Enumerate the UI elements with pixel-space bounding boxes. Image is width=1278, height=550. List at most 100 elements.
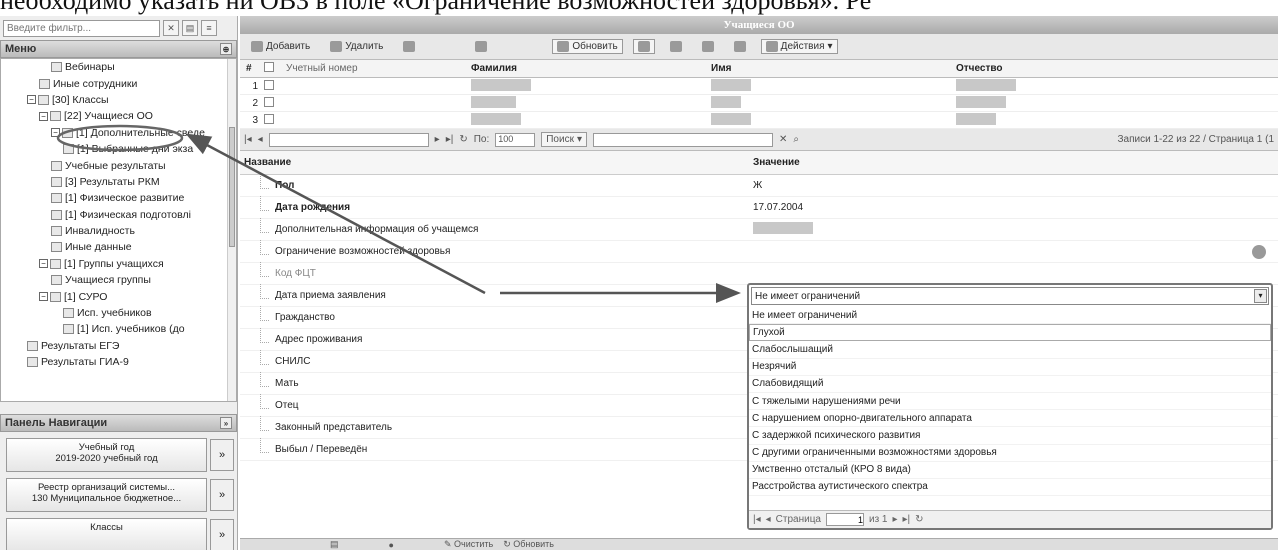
dropdown-option[interactable]: Слабослышащий: [749, 341, 1271, 359]
go-arrow-icon[interactable]: »: [210, 479, 234, 511]
col-account[interactable]: Учетный номер: [286, 63, 471, 74]
footer-grid-icon[interactable]: ▤: [330, 539, 339, 550]
collapse-icon[interactable]: »: [220, 417, 232, 429]
dropdown-option[interactable]: С другими ограниченными возможностями зд…: [749, 445, 1271, 462]
actions-icon: [765, 41, 778, 52]
expand-toggle-icon[interactable]: −: [39, 259, 48, 269]
nav-card[interactable]: Классы »: [6, 518, 234, 550]
property-row[interactable]: Пол Ж: [240, 174, 1278, 197]
property-row[interactable]: Код ФЦТ: [240, 262, 1278, 285]
dropdown-option[interactable]: С тяжелыми нарушениями речи: [749, 393, 1271, 411]
tree-item[interactable]: [1] Физическая подготовлі: [1, 207, 236, 223]
expand-toggle-icon[interactable]: −: [39, 292, 48, 302]
tree-item[interactable]: − [1] Группы учащихся: [1, 256, 236, 272]
search-icon[interactable]: ⌕: [793, 134, 799, 145]
prev-page-icon[interactable]: ◂: [258, 134, 263, 145]
expand-toggle-icon[interactable]: −: [39, 111, 48, 121]
go-arrow-icon[interactable]: »: [210, 439, 234, 471]
row-checkbox[interactable]: [264, 79, 274, 90]
filter-input[interactable]: [3, 19, 160, 37]
tree-item[interactable]: − [30] Классы: [1, 92, 236, 108]
tree-item[interactable]: − [22] Учащиеся ОО: [1, 108, 236, 124]
tree-item[interactable]: [3] Результаты РКМ: [1, 174, 236, 190]
property-row[interactable]: Дата рождения 17.07.2004: [240, 196, 1278, 219]
nav-card[interactable]: Учебный год 2019-2020 учебный год »: [6, 438, 234, 472]
footer-refresh-button[interactable]: ↻ Обновить: [503, 539, 554, 550]
dropdown-option[interactable]: С задержкой психического развития: [749, 427, 1271, 445]
records-info: Записи 1-22 из 22 / Страница 1 (1: [1117, 134, 1275, 145]
row-checkbox[interactable]: [264, 113, 274, 124]
table-row[interactable]: 3: [240, 112, 1278, 129]
first-page-icon[interactable]: |◂: [244, 134, 252, 145]
search-input[interactable]: [592, 132, 773, 147]
dd-prev-icon[interactable]: ◂: [766, 514, 771, 525]
expand-toggle-icon[interactable]: −: [27, 95, 36, 105]
last-page-icon[interactable]: ▸|: [446, 134, 454, 145]
go-arrow-icon[interactable]: »: [210, 519, 234, 550]
actions-button[interactable]: Действия ▾: [760, 39, 838, 54]
page-number-input[interactable]: [268, 132, 429, 147]
tree-item[interactable]: − [1] Дополнительные сведе: [1, 125, 236, 141]
chevron-down-icon[interactable]: ▾: [1254, 289, 1267, 303]
edit-button[interactable]: [398, 39, 420, 54]
dropdown-option[interactable]: С нарушением опорно-двигательного аппара…: [749, 410, 1271, 428]
property-row[interactable]: Дополнительная информация об учащемся: [240, 218, 1278, 241]
delete-button[interactable]: Удалить: [325, 39, 388, 54]
row-checkbox[interactable]: [264, 96, 274, 107]
dropdown-option[interactable]: Не имеет ограничений: [749, 307, 1271, 325]
clear-filter-icon[interactable]: ✕: [163, 20, 179, 36]
col-surname[interactable]: Фамилия: [471, 63, 711, 74]
table-row[interactable]: 2: [240, 95, 1278, 112]
tree-item[interactable]: Результаты ЕГЭ: [1, 338, 236, 354]
add-button[interactable]: Добавить: [246, 39, 315, 54]
col-patronymic[interactable]: Отчество: [956, 63, 1256, 74]
dropdown-option[interactable]: Незрячий: [749, 359, 1271, 376]
tree-item[interactable]: Учащиеся группы: [1, 272, 236, 288]
dd-refresh-icon[interactable]: ↻: [915, 514, 923, 525]
property-row[interactable]: Ограничение возможностей здоровья: [240, 240, 1278, 263]
tree-item[interactable]: [1] Исп. учебников (до: [1, 321, 236, 337]
tree-item[interactable]: Исп. учебников: [1, 305, 236, 321]
dd-next-icon[interactable]: ▸: [893, 514, 898, 525]
tree-item[interactable]: − [1] СУРО: [1, 288, 236, 304]
dd-page-input[interactable]: [825, 513, 864, 526]
next-page-icon[interactable]: ▸: [435, 134, 440, 145]
footer-user-icon[interactable]: ●: [389, 540, 394, 550]
form-view-button[interactable]: [665, 39, 687, 54]
tree-item[interactable]: [1] Выбранные дни экза: [1, 141, 236, 157]
print-button[interactable]: [697, 39, 719, 54]
tree-item[interactable]: Инвалидность: [1, 223, 236, 239]
filter-button[interactable]: [729, 39, 751, 54]
edit-record-icon[interactable]: [1252, 245, 1266, 259]
tree-item[interactable]: Вебинары: [1, 59, 236, 75]
tree-scrollbar[interactable]: [227, 59, 236, 401]
tree-item[interactable]: Результаты ГИА-9: [1, 354, 236, 370]
tree-item[interactable]: Иные сотрудники: [1, 75, 236, 91]
pin-icon[interactable]: ⊕: [220, 43, 232, 55]
expand-toggle-icon[interactable]: −: [51, 128, 60, 138]
page-size-select[interactable]: 100: [495, 132, 536, 147]
refresh-button[interactable]: Обновить: [552, 39, 623, 54]
nav-card[interactable]: Реестр организаций системы... 130 Муницип…: [6, 478, 234, 512]
health-limitation-select[interactable]: Не имеет ограничений ▾: [751, 287, 1269, 305]
table-row[interactable]: 1: [240, 78, 1278, 95]
col-name[interactable]: Имя: [711, 63, 956, 74]
collapse-tree-icon[interactable]: ≡: [201, 20, 217, 36]
clear-button[interactable]: ✎ Очистить: [444, 539, 493, 550]
dropdown-option[interactable]: Глухой: [749, 324, 1271, 342]
dropdown-option[interactable]: Слабовидящий: [749, 376, 1271, 393]
dd-last-icon[interactable]: ▸|: [903, 514, 911, 525]
search-button[interactable]: Поиск ▾: [541, 132, 587, 147]
search-clear-icon[interactable]: ✕: [779, 134, 787, 145]
filter-settings-icon[interactable]: ▤: [182, 20, 198, 36]
select-all-checkbox[interactable]: [264, 62, 274, 72]
grid-view-button[interactable]: [632, 39, 655, 54]
tree-item[interactable]: [1] Физическое развитие: [1, 190, 236, 206]
tree-item[interactable]: Учебные результаты: [1, 157, 236, 173]
reload-icon[interactable]: ↻: [459, 134, 467, 145]
dropdown-option[interactable]: Умственно отсталый (КРО 8 вида): [749, 462, 1271, 479]
dd-first-icon[interactable]: |◂: [753, 514, 761, 525]
history-button[interactable]: [470, 39, 492, 54]
dropdown-option[interactable]: Расстройства аутистического спектра: [749, 479, 1271, 497]
tree-item[interactable]: Иные данные: [1, 239, 236, 255]
